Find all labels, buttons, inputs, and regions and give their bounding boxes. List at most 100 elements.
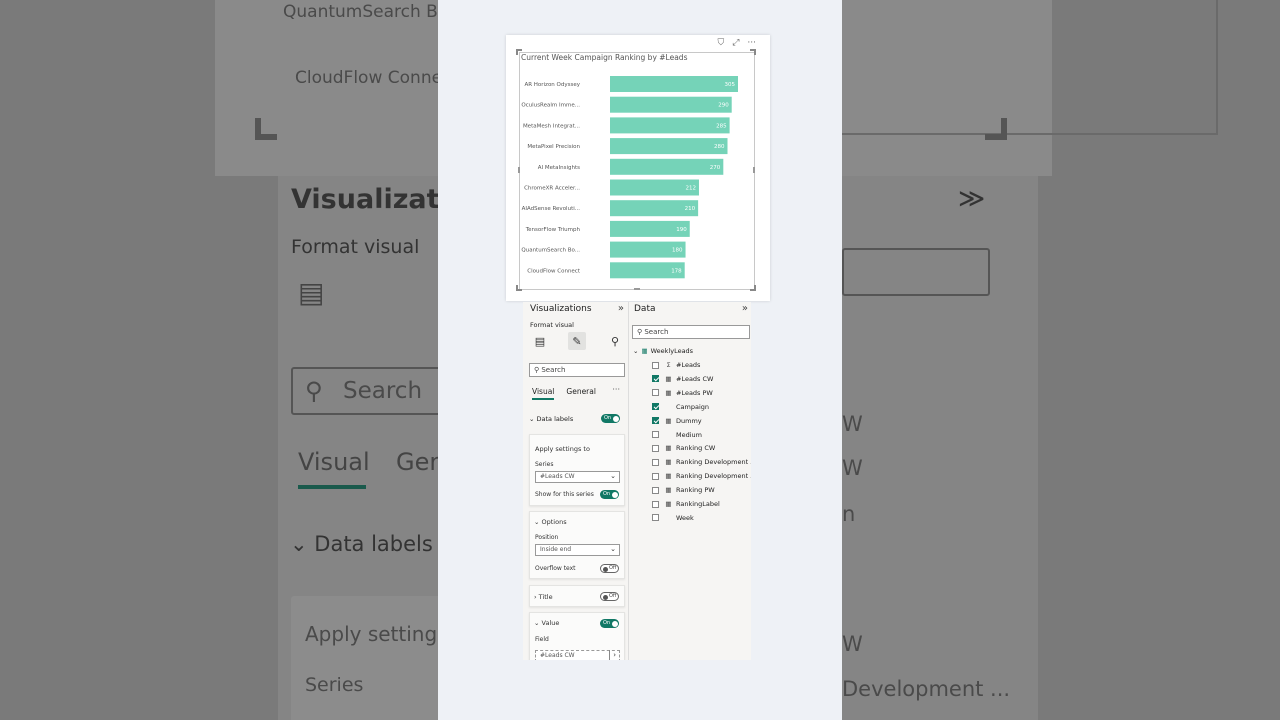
field-name: #Leads <box>676 361 701 369</box>
field-row[interactable]: Σ #Leads <box>652 361 700 369</box>
field-row[interactable]: ▦ #Leads CW <box>652 375 713 383</box>
bar[interactable] <box>610 138 728 155</box>
field-name: Campaign <box>676 402 710 411</box>
show-series-toggle[interactable]: On <box>600 490 619 499</box>
field-row[interactable]: ▦ Dummy <box>652 417 702 425</box>
options-header[interactable]: ⌄ Options <box>534 518 567 526</box>
data-labels-label: Data labels <box>536 415 574 423</box>
show-series-label: Show for this series <box>535 491 594 498</box>
background-collapse-icon: ≫ <box>958 184 986 214</box>
category-label: AI MetaInsights <box>538 165 580 171</box>
data-label: 210 <box>685 206 696 212</box>
background-field-fragment: n <box>842 502 856 526</box>
search-placeholder: Search <box>541 366 566 374</box>
field-row[interactable]: ▦ #Leads PW <box>652 389 713 397</box>
background-chevron-icon: ⌄ <box>290 532 315 556</box>
analytics-icon[interactable]: ⚲ <box>606 332 624 350</box>
overflow-label: Overflow text <box>535 565 576 572</box>
table-node[interactable]: ⌄ ▦ WeeklyLeads <box>633 347 693 355</box>
field-row[interactable]: ▦ RankingLabel <box>652 500 720 508</box>
field-row[interactable]: ▦ Ranking Development ... <box>652 458 751 466</box>
tab-visual[interactable]: Visual <box>532 387 555 400</box>
tab-general[interactable]: General <box>566 387 596 400</box>
search-placeholder: Search <box>644 328 669 336</box>
field-row[interactable]: ▦ Ranking PW <box>652 486 715 494</box>
measure-icon: ▦ <box>665 444 672 453</box>
field-checkbox[interactable] <box>652 444 659 452</box>
chevron-right-double-icon[interactable]: » <box>742 303 748 314</box>
measure-icon: ▦ <box>665 472 672 481</box>
field-checkbox[interactable] <box>652 431 659 438</box>
field-checkbox[interactable] <box>652 389 659 397</box>
background-search-box: ⚲ Search <box>291 367 451 415</box>
bar-chart-visual[interactable]: ⛉ ⤢ ··· Current Week Campaign Ranking by… <box>506 35 770 301</box>
overflow-toggle[interactable]: Off <box>600 564 619 573</box>
field-checkbox[interactable] <box>652 458 659 466</box>
field-row[interactable]: Medium <box>652 431 702 439</box>
bar[interactable] <box>610 76 738 92</box>
field-checkbox[interactable] <box>652 486 659 494</box>
background-apply-card: Apply setting Series <box>291 596 451 720</box>
field-checkbox[interactable] <box>652 361 659 369</box>
field-checkbox[interactable] <box>652 375 659 383</box>
background-corner <box>985 118 1007 140</box>
value-toggle[interactable]: On <box>600 619 619 628</box>
data-pane: Data » ⚲ Search ⌄ ▦ WeeklyLeads Σ #Leads ▦… <box>629 302 751 660</box>
measure-icon: ▦ <box>665 458 672 467</box>
position-dropdown[interactable]: Inside end ⌄ <box>535 544 620 556</box>
options-label: Options <box>541 518 567 526</box>
chevron-down-icon: ⌄ <box>610 472 616 480</box>
background-corner <box>255 118 277 140</box>
more-options-icon[interactable]: ··· <box>612 385 620 394</box>
field-name: Ranking PW <box>676 486 715 495</box>
title-card[interactable]: › Title Off <box>529 585 625 607</box>
data-search-input[interactable]: ⚲ Search <box>632 325 750 339</box>
background-series-text: Series <box>305 674 364 696</box>
data-labels-toggle[interactable]: On <box>601 414 620 423</box>
data-labels-section[interactable]: ⌄ Data labels On <box>529 414 625 423</box>
field-row[interactable]: Week <box>652 514 694 522</box>
field-row[interactable]: ▦ Ranking CW <box>652 444 715 452</box>
bar[interactable] <box>610 117 730 134</box>
field-row[interactable]: Campaign <box>652 403 709 411</box>
format-general-icon[interactable]: ▤ <box>531 332 549 350</box>
bar[interactable] <box>610 158 724 175</box>
field-checkbox[interactable] <box>652 514 659 522</box>
sigma-icon: Σ <box>666 361 671 369</box>
format-icon-bar: ▤ ✎ ⚲ <box>529 332 625 352</box>
title-label: Title <box>538 593 553 601</box>
category-label: MetaMesh Integrat... <box>523 123 580 129</box>
format-visual-icon[interactable]: ✎ <box>568 332 586 350</box>
apply-settings-heading: Apply settings to <box>535 445 590 453</box>
title-toggle[interactable]: Off <box>600 592 619 601</box>
field-checkbox[interactable] <box>652 500 659 508</box>
chevron-down-icon: ⌄ <box>610 545 616 553</box>
search-input[interactable]: ⚲ Search <box>529 363 625 377</box>
field-name: RankingLabel <box>676 500 720 508</box>
background-field-fragment: W <box>842 412 863 436</box>
field-checkbox[interactable] <box>652 417 659 425</box>
field-name: Ranking Development ... <box>676 458 751 467</box>
value-header[interactable]: ⌄ Value <box>534 619 559 627</box>
field-checkbox[interactable] <box>652 472 659 480</box>
background-search-text: Search <box>343 378 423 404</box>
data-label: 178 <box>671 268 682 274</box>
field-row[interactable]: ▦ Ranking Development ... <box>652 472 751 480</box>
field-name: Dummy <box>676 416 702 425</box>
bar[interactable] <box>610 96 732 113</box>
category-label: ChromeXR Acceler... <box>524 186 580 192</box>
background-data-labels-text: Data labels <box>314 532 433 556</box>
chevron-down-icon: ⌄ <box>534 619 542 627</box>
value-field-well[interactable]: #Leads CW › <box>535 650 620 660</box>
field-name: Ranking Development ... <box>676 472 751 481</box>
chevron-right-double-icon[interactable]: » <box>618 303 624 314</box>
data-label: 285 <box>716 123 727 129</box>
chevron-right-icon[interactable]: › <box>609 650 616 660</box>
field-label: Field <box>535 636 549 643</box>
series-dropdown[interactable]: #Leads CW ⌄ <box>535 471 620 483</box>
background-apply-text: Apply setting <box>305 622 438 646</box>
background-format-visual: Format visual <box>291 236 420 258</box>
data-label: 280 <box>714 144 725 150</box>
field-checkbox[interactable] <box>652 403 659 411</box>
category-label: AR Horizon Odyssey <box>524 82 580 88</box>
